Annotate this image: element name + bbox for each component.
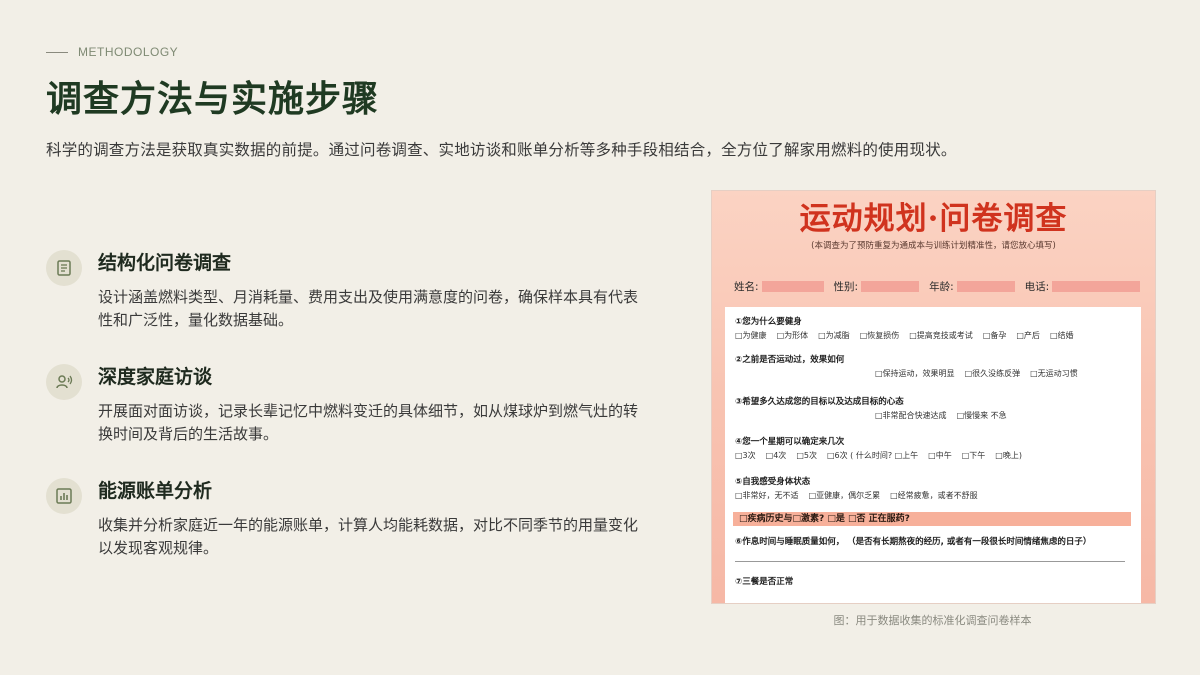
doc-question-text: ⑤自我感受身体状态 — [735, 477, 811, 487]
feature-desc: 设计涵盖燃料类型、月消耗量、费用支出及使用满意度的问卷，确保样本具有代表性和广泛… — [98, 288, 639, 329]
doc-option: □6次 ( 什么时间? □上午 — [826, 451, 919, 460]
doc-question-options: □为健康 □为形体 □为减脂 □恢复损伤 □提高竞技或考试 □备孕 □产后 □结婚 — [735, 330, 1074, 341]
doc-question: ⑦三餐是否正常 — [735, 575, 793, 587]
doc-option: □经常疲惫，或者不舒服 — [890, 491, 978, 500]
doc-option: □非常好，无不适 — [735, 491, 799, 500]
doc-question-text: ⑥作息时间与睡眠质量如何， （是否有长期熬夜的经历, 或者有一段很长时间情绪焦虑… — [735, 537, 1092, 547]
doc-fields: 姓名: 性别: 年龄: 电话: — [734, 279, 1141, 294]
doc-option: □3次 — [735, 451, 756, 460]
doc-question-text: ③希望多久达成您的目标以及达成目标的心态 — [735, 397, 904, 407]
doc-option: □很久没练反弹 — [964, 369, 1021, 378]
doc-question-text: ④您一个星期可以确定来几次 — [735, 437, 845, 447]
doc-question-options: □非常配合快速达成 □慢慢来 不急 — [735, 410, 1007, 421]
eyebrow-line — [46, 51, 68, 53]
feature-title: 能源账单分析 — [98, 480, 213, 502]
doc-field-label: 姓名: — [734, 281, 759, 293]
doc-title: 运动规划·问卷调查 — [799, 201, 1068, 237]
doc-question: ①您为什么要健身 □为健康 □为形体 □为减脂 □恢复损伤 □提高竞技或考试 □备孕 □产后… — [735, 315, 1074, 341]
doc-note: (本调查为了预防重复为通成本与训练计划精准性，请您放心填写) — [811, 241, 1056, 251]
doc-option: □晚上) — [995, 451, 1022, 460]
doc-option: □为健康 — [735, 331, 767, 340]
doc-option: □亚健康，偶尔乏累 — [808, 491, 881, 500]
doc-field: 姓名: — [734, 279, 824, 294]
doc-option: □为减脂 — [818, 331, 850, 340]
feature-title: 结构化问卷调查 — [98, 252, 232, 274]
doc-option: □下午 — [961, 451, 986, 460]
doc-option: □慢慢来 不急 — [956, 411, 1007, 420]
doc-option: □为形体 — [776, 331, 809, 340]
image-caption: 图：用于数据收集的标准化调查问卷样本 — [833, 614, 1032, 627]
doc-option: □4次 — [765, 451, 787, 460]
doc-question: ④您一个星期可以确定来几次 □3次 □4次 □5次 □6次 ( 什么时间? □上午 □中… — [735, 435, 1022, 461]
doc-field-blank — [956, 281, 1015, 292]
feature-desc: 收集并分析家庭近一年的能源账单，计算人均能耗数据，对比不同季节的用量变化以发现客… — [98, 516, 639, 557]
page-subtitle: 科学的调查方法是获取真实数据的前提。通过问卷调查、实地访谈和账单分析等多种手段相… — [46, 141, 957, 159]
doc-question-options: □非常好，无不适 □亚健康，偶尔乏累 □经常疲惫，或者不舒服 — [735, 490, 978, 501]
doc-option: □无运动习惯 — [1030, 369, 1078, 378]
doc-field: 性别: — [834, 279, 920, 294]
doc-question: ③希望多久达成您的目标以及达成目标的心态 □非常配合快速达成 □慢慢来 不急 — [735, 395, 1007, 421]
eyebrow: METHODOLOGY — [46, 45, 178, 59]
doc-option: □5次 — [796, 451, 817, 460]
doc-question-text: ①您为什么要健身 — [735, 317, 802, 327]
doc-question-options: □3次 □4次 □5次 □6次 ( 什么时间? □上午 □中午 □下午 □晚上) — [735, 450, 1022, 461]
doc-option: □非常配合快速达成 — [875, 411, 947, 420]
doc-question-text: ⑦三餐是否正常 — [735, 577, 794, 587]
feature-title: 深度家庭访谈 — [98, 366, 213, 388]
doc-field-blank — [861, 281, 920, 292]
doc-question: ②之前是否运动过，效果如何 □保持运动，效果明显 □很久没练反弹 □无运动习惯 — [735, 353, 1078, 379]
bar-chart-icon — [46, 478, 82, 514]
doc-question-options: □保持运动，效果明显 □很久没练反弹 □无运动习惯 — [735, 368, 1078, 379]
feature-desc: 开展面对面访谈，记录长辈记忆中燃料变迁的具体细节，如从煤球炉到燃气灶的转换时间及… — [98, 402, 639, 443]
doc-question-text: ②之前是否运动过，效果如何 — [735, 355, 845, 365]
doc-question: ⑤自我感受身体状态 □非常好，无不适 □亚健康，偶尔乏累 □经常疲惫，或者不舒服 — [735, 475, 978, 501]
doc-question: ⑥作息时间与睡眠质量如何， （是否有长期熬夜的经历, 或者有一段很长时间情绪焦虑… — [735, 535, 1125, 562]
doc-highlight-row: □疾病历史与□激素? □是 □否 正在服药? — [733, 512, 1131, 526]
doc-field-blank — [761, 281, 824, 292]
doc-field: 年龄: — [929, 279, 1015, 294]
doc-field: 电话: — [1025, 279, 1141, 294]
doc-option: □备孕 — [982, 331, 1007, 340]
questionnaire-image: 运动规划·问卷调查 (本调查为了预防重复为通成本与训练计划精准性，请您放心填写)… — [711, 190, 1156, 604]
doc-answer-line — [735, 561, 1125, 562]
doc-field-blank — [1052, 281, 1141, 292]
doc-paper: ①您为什么要健身 □为健康 □为形体 □为减脂 □恢复损伤 □提高竞技或考试 □备孕 □产后… — [725, 307, 1141, 603]
eyebrow-text: METHODOLOGY — [78, 45, 179, 59]
doc-option: □结婚 — [1049, 331, 1074, 340]
interview-icon — [46, 364, 82, 400]
doc-field-label: 年龄: — [929, 281, 954, 293]
doc-option: □产后 — [1016, 331, 1040, 340]
doc-option: □中午 — [928, 451, 952, 460]
doc-option: □保持运动，效果明显 — [875, 369, 955, 378]
doc-option: □恢复损伤 — [859, 331, 900, 340]
page-title: 调查方法与实施步骤 — [46, 78, 380, 120]
doc-field-label: 电话: — [1024, 281, 1050, 293]
doc-field-label: 性别: — [833, 281, 859, 293]
document-icon — [46, 250, 82, 286]
doc-option: □提高竞技或考试 — [909, 331, 973, 340]
